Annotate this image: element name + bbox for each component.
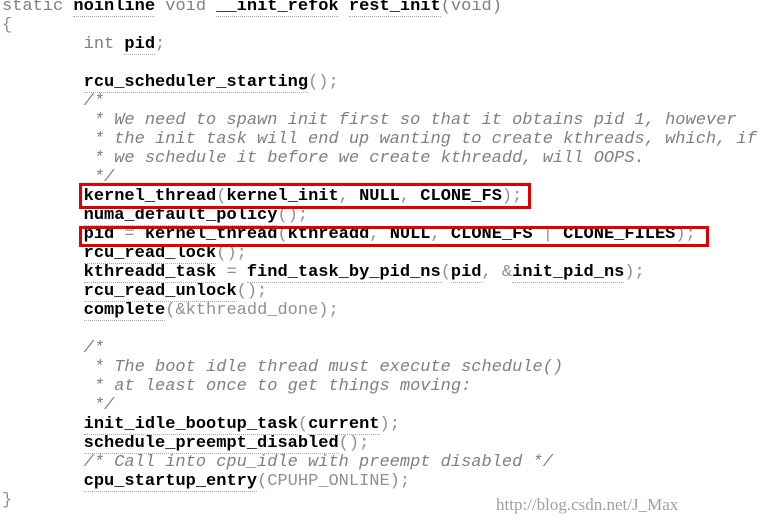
code-token: , & bbox=[481, 263, 513, 282]
code-line: cpu_startup_entry(CPUHP_ONLINE); bbox=[2, 472, 757, 492]
code-token: init_idle_bootup_task bbox=[83, 415, 298, 435]
code-token: * The boot idle thread must execute sche… bbox=[2, 358, 564, 377]
code-token: (CPUHP_ONLINE); bbox=[257, 472, 411, 491]
code-token: static bbox=[2, 0, 74, 16]
code-token: ( bbox=[440, 263, 451, 282]
code-token: rest_init bbox=[348, 0, 441, 17]
code-token: ; bbox=[155, 35, 166, 54]
code-token: rcu_scheduler_starting bbox=[83, 73, 309, 93]
code-line: */ bbox=[2, 396, 757, 415]
code-token: = bbox=[216, 263, 247, 282]
code-token: (); bbox=[308, 73, 339, 92]
code-token: pid bbox=[450, 263, 482, 283]
code-token: current bbox=[308, 415, 380, 435]
code-token: ); bbox=[624, 263, 645, 282]
code-token: (); bbox=[236, 282, 268, 301]
code-token: (void) bbox=[440, 0, 502, 16]
code-line: /* bbox=[2, 339, 757, 358]
code-line: int pid; bbox=[2, 35, 757, 55]
code-line: * we schedule it before we create kthrea… bbox=[2, 149, 757, 168]
code-token: } bbox=[2, 491, 13, 510]
code-token: ( bbox=[297, 415, 309, 434]
code-line: rcu_scheduler_starting(); bbox=[2, 73, 757, 93]
code-listing: static noinline void __init_refok rest_i… bbox=[2, 0, 757, 510]
code-token: rcu_read_lock bbox=[83, 244, 217, 264]
code-token: schedule_preempt_disabled bbox=[83, 434, 339, 454]
code-line: complete(&kthreadd_done); bbox=[2, 301, 757, 321]
code-line: static noinline void __init_refok rest_i… bbox=[2, 0, 757, 17]
code-token: int bbox=[2, 35, 125, 54]
code-token: cpu_startup_entry bbox=[83, 472, 258, 492]
code-token: numa_default_policy bbox=[83, 206, 278, 226]
code-line: { bbox=[2, 16, 757, 35]
code-token: find_task_by_pid_ns bbox=[246, 263, 441, 283]
code-token: kthreadd_task bbox=[83, 263, 217, 283]
code-token: init_pid_ns bbox=[512, 263, 625, 283]
code-token: void bbox=[155, 0, 217, 16]
code-line: * at least once to get things moving: bbox=[2, 377, 757, 396]
highlight-box-kthreadd bbox=[79, 226, 709, 247]
code-line: kthreadd_task = find_task_by_pid_ns(pid,… bbox=[2, 263, 757, 283]
code-token: noinline bbox=[73, 0, 156, 17]
code-token: __init_refok bbox=[216, 0, 339, 17]
code-token: */ bbox=[2, 396, 115, 415]
code-token: * We need to spawn init first so that it… bbox=[2, 111, 737, 130]
code-token: /* Call into cpu_idle with preempt disab… bbox=[2, 453, 553, 472]
code-line: schedule_preempt_disabled(); bbox=[2, 434, 757, 454]
code-token: (); bbox=[338, 434, 370, 453]
code-line: /* bbox=[2, 92, 757, 111]
highlight-box-kernel-init bbox=[79, 183, 531, 209]
code-token: * we schedule it before we create kthrea… bbox=[2, 149, 645, 168]
code-token: complete bbox=[83, 301, 166, 321]
code-line: /* Call into cpu_idle with preempt disab… bbox=[2, 453, 757, 472]
code-token: /* bbox=[2, 339, 105, 358]
code-line: rcu_read_unlock(); bbox=[2, 282, 757, 302]
code-line: init_idle_bootup_task(current); bbox=[2, 415, 757, 435]
code-token: { bbox=[2, 16, 13, 35]
code-token: * the init task will end up wanting to c… bbox=[2, 130, 757, 149]
code-token: rcu_read_unlock bbox=[83, 282, 237, 302]
code-line: * The boot idle thread must execute sche… bbox=[2, 358, 757, 377]
code-token: /* bbox=[2, 92, 105, 111]
code-line: * the init task will end up wanting to c… bbox=[2, 130, 757, 149]
code-token: pid bbox=[124, 35, 156, 55]
code-token: ); bbox=[379, 415, 400, 434]
watermark: http://blog.csdn.net/J_Max bbox=[496, 495, 679, 514]
code-line: * We need to spawn init first so that it… bbox=[2, 111, 757, 130]
code-token: * at least once to get things moving: bbox=[2, 377, 472, 396]
code-token: (&kthreadd_done); bbox=[165, 301, 339, 320]
